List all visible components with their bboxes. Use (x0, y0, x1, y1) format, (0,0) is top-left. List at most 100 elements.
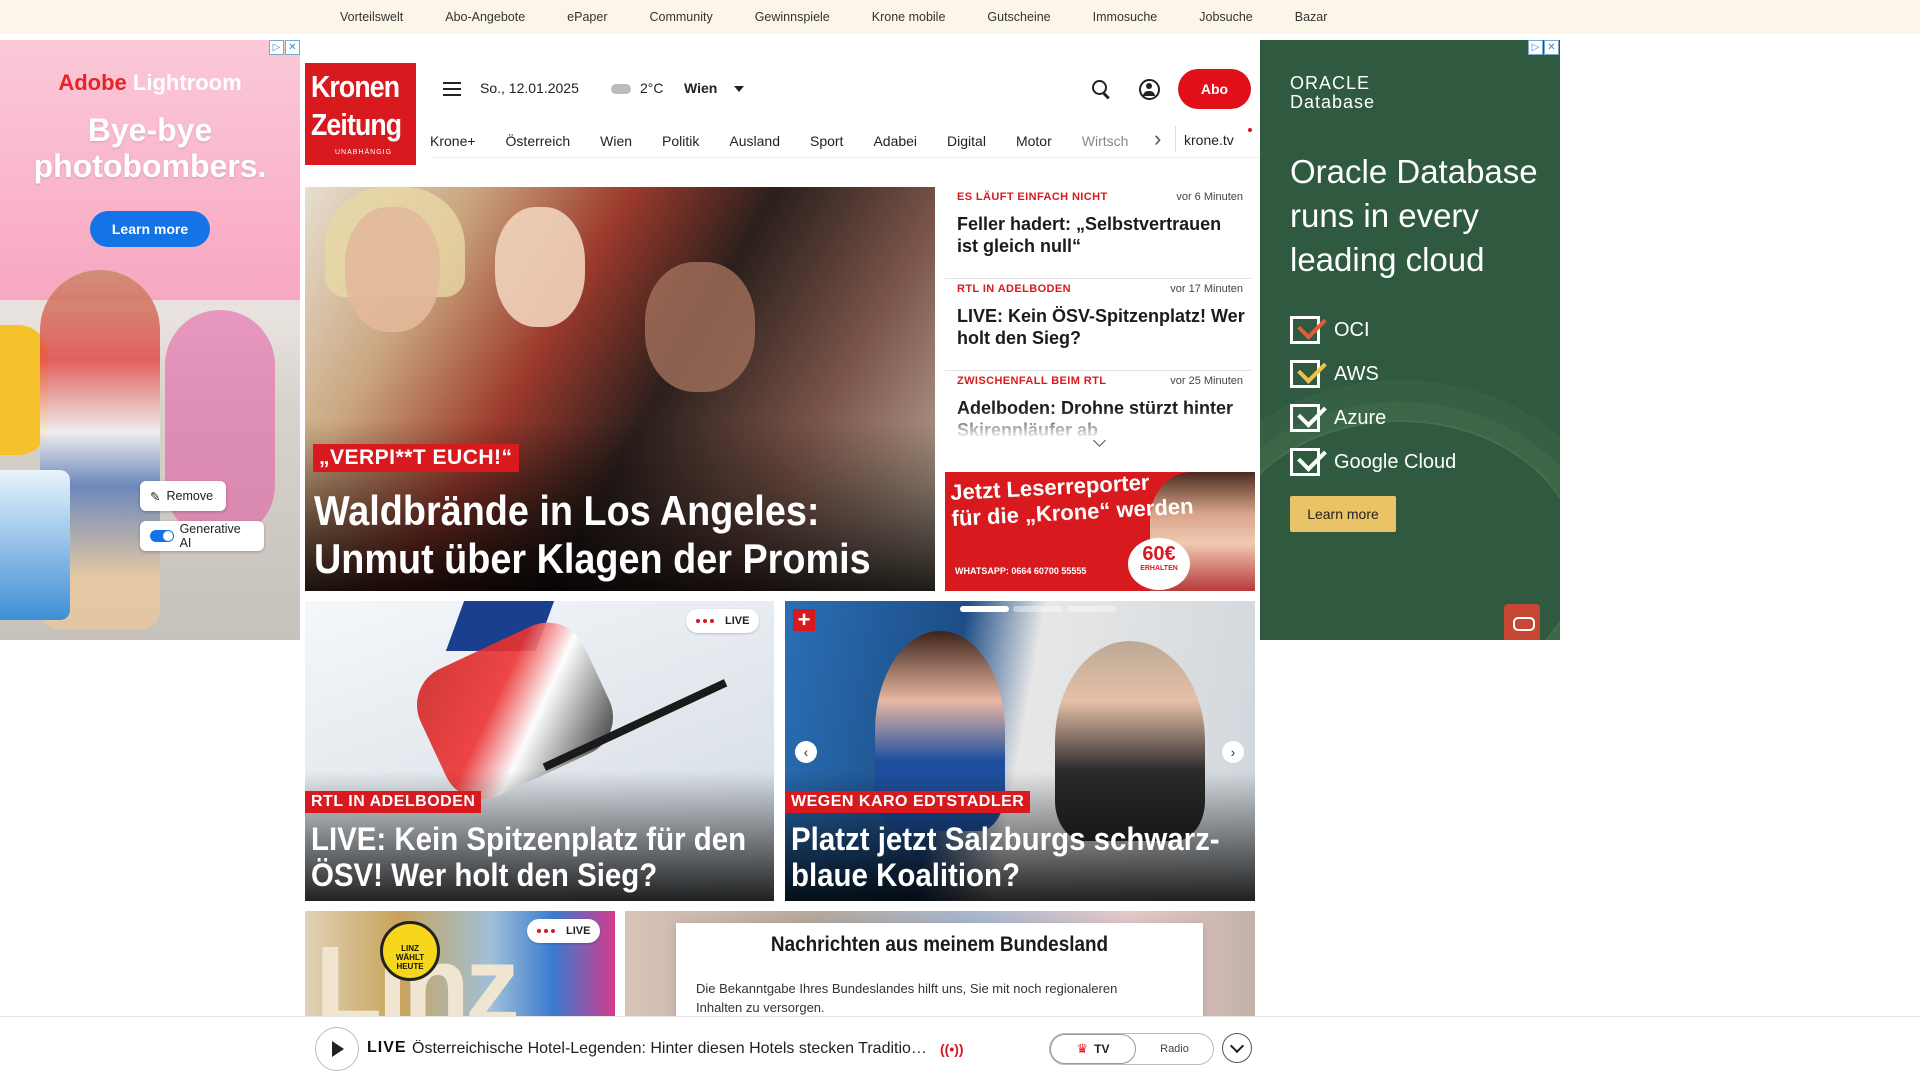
slider-progress-step (960, 606, 1010, 612)
article-card-ski[interactable]: LIVE RTL IN ADELBODEN LIVE: Kein Spitzen… (305, 601, 774, 901)
live-badge: LIVE (527, 919, 601, 943)
top-link-abo-angebote[interactable]: Abo-Angebote (424, 10, 546, 24)
article-card-politics[interactable]: + ‹ › WEGEN KARO EDTSTADLER Platzt jetzt… (785, 601, 1255, 901)
live-dot-icon (1248, 128, 1252, 132)
crown-icon: ♛ (1076, 1041, 1089, 1056)
nav-item-sport[interactable]: Sport (810, 133, 843, 149)
chevron-down-icon[interactable] (1222, 1033, 1252, 1063)
nav-item-ausland[interactable]: Ausland (729, 133, 780, 149)
top-link-bazar[interactable]: Bazar (1274, 10, 1349, 24)
temperature: 2°C (640, 80, 664, 96)
nav-divider (1175, 126, 1176, 152)
top-link-jobsuche[interactable]: Jobsuche (1178, 10, 1274, 24)
leserreporter-banner[interactable]: Jetzt Leserreporter für die „Krone“ werd… (945, 472, 1255, 591)
ad-cup-image (0, 470, 70, 620)
nav-item-krone-plus[interactable]: Krone+ (430, 133, 476, 149)
tv-radio-switch: ♛ TV Radio (1049, 1033, 1214, 1065)
news-item[interactable]: RTL IN ADELBODEN vor 17 Minuten LIVE: Ke… (945, 279, 1251, 371)
player-live-label: LIVE (367, 1039, 407, 1056)
ad-genai-label: Generative AI (179, 522, 241, 550)
city-selector[interactable]: Wien (684, 80, 717, 96)
player-description[interactable]: Österreichische Hotel-Legenden: Hinter d… (412, 1040, 932, 1058)
radio-toggle-button[interactable]: Radio (1136, 1034, 1213, 1064)
linz-badge-line2: WÄHLT (395, 953, 425, 962)
ad-oracle-list-item: Google Cloud (1290, 440, 1456, 484)
toggle-icon (150, 530, 174, 542)
nav-item-adabei[interactable]: Adabei (873, 133, 917, 149)
current-date: So., 12.01.2025 (480, 80, 579, 96)
hero-image-part (495, 207, 585, 327)
ad-close-icon[interactable]: ✕ (285, 40, 300, 55)
nav-item-digital[interactable]: Digital (947, 133, 986, 149)
linz-badge-line3: HEUTE (396, 962, 424, 971)
ad-oracle-title: Oracle Database runs in every leading cl… (1290, 153, 1538, 278)
banner-price-sub: ERHALTEN (1140, 565, 1178, 572)
adchoices-icon[interactable]: ▷ (1528, 40, 1543, 55)
chevron-down-icon[interactable] (734, 86, 744, 92)
ad-brand-adobe: Adobe (58, 70, 127, 95)
logo-line2: Zeitung (311, 107, 402, 142)
chevron-right-icon[interactable]: › (1154, 128, 1168, 150)
ad-brand-lightroom: Lightroom (126, 70, 242, 95)
ad-oracle-logo: ORACLE Database (1290, 74, 1375, 112)
news-ticker-list: ES LÄUFT EINFACH NICHT vor 6 Minuten Fel… (945, 187, 1251, 439)
news-time: vor 25 Minuten (1170, 375, 1243, 387)
checkbox-icon (1290, 316, 1320, 344)
user-account-icon[interactable] (1139, 79, 1160, 100)
bundesland-heading: Nachrichten aus meinem Bundesland (770, 933, 1109, 956)
nav-item-wirtschaft[interactable]: Wirtsch (1082, 133, 1129, 149)
card-title[interactable]: LIVE: Kein Spitzenplatz für den ÖSV! Wer… (311, 821, 774, 893)
top-link-epaper[interactable]: ePaper (546, 10, 628, 24)
ad-oracle-item-label: Google Cloud (1334, 450, 1457, 473)
top-link-krone-mobile[interactable]: Krone mobile (851, 10, 967, 24)
live-label: LIVE (725, 615, 750, 627)
menu-icon[interactable] (443, 82, 461, 96)
abo-button[interactable]: Abo (1178, 69, 1251, 109)
news-headline[interactable]: LIVE: Kein ÖSV-Spitzenplatz! Wer holt de… (957, 305, 1247, 349)
news-kicker: RTL IN ADELBODEN (957, 283, 1071, 295)
card-title[interactable]: Platzt jetzt Salzburgs schwarz-blaue Koa… (791, 821, 1255, 893)
banner-whatsapp: WHATSAPP: 0664 60700 55555 (955, 566, 1087, 576)
news-headline[interactable]: Feller hadert: „Selbstvertrauen ist glei… (957, 213, 1247, 257)
ad-oracle-list-item: Azure (1290, 396, 1456, 440)
hero-article[interactable]: „VERPI**T EUCH!“ Waldbrände in Los Angel… (305, 187, 935, 591)
play-icon[interactable] (315, 1027, 359, 1071)
news-headline[interactable]: Adelboden: Drohne stürzt hinter Skirennl… (957, 397, 1247, 439)
top-link-community[interactable]: Community (628, 10, 733, 24)
ad-close-icon[interactable]: ✕ (1544, 40, 1559, 55)
ad-lightroom[interactable]: Adobe Lightroom Bye-bye photobombers. Le… (0, 40, 300, 640)
top-service-links: Vorteilswelt Abo-Angebote ePaper Communi… (328, 0, 1348, 34)
slider-prev-icon[interactable]: ‹ (795, 741, 817, 763)
ad-learn-more-button[interactable]: Learn more (90, 211, 210, 247)
ad-oracle-learn-more-button[interactable]: Learn more (1290, 496, 1396, 532)
nav-item-oesterreich[interactable]: Österreich (506, 133, 571, 149)
krone-logo[interactable]: Kronen Zeitung UNABHÄNGIG (305, 63, 416, 165)
nav-item-motor[interactable]: Motor (1016, 133, 1052, 149)
ad-genai-pill[interactable]: Generative AI (140, 521, 264, 551)
logo-tagline: UNABHÄNGIG (335, 149, 393, 156)
ad-oracle[interactable]: ORACLE Database Oracle Database runs in … (1260, 40, 1560, 640)
card-kicker: WEGEN KARO EDTSTADLER (785, 791, 1031, 813)
nav-item-wien[interactable]: Wien (600, 133, 632, 149)
oracle-logo-icon (1504, 604, 1540, 640)
top-link-vorteilswelt[interactable]: Vorteilswelt (328, 10, 424, 24)
news-item[interactable]: ZWISCHENFALL BEIM RTL vor 25 Minuten Ade… (945, 371, 1251, 439)
top-link-gutscheine[interactable]: Gutscheine (966, 10, 1071, 24)
ad-headline-line1: Bye-bye (87, 112, 213, 148)
nav-item-politik[interactable]: Politik (662, 133, 699, 149)
slider-progress-step (1066, 606, 1116, 612)
tv-toggle-button[interactable]: ♛ TV (1050, 1034, 1136, 1064)
chevron-down-icon[interactable] (1092, 436, 1106, 450)
news-item[interactable]: ES LÄUFT EINFACH NICHT vor 6 Minuten Fel… (945, 187, 1251, 279)
top-link-gewinnspiele[interactable]: Gewinnspiele (734, 10, 851, 24)
adchoices-icon[interactable]: ▷ (269, 40, 284, 55)
ad-remove-pill[interactable]: ✎ Remove (140, 481, 226, 511)
ad-oracle-cloud-list: OCI AWS Azure Google Cloud (1290, 308, 1456, 484)
hero-title[interactable]: Waldbrände in Los Angeles: Unmut über Kl… (314, 487, 926, 583)
top-link-immosuche[interactable]: Immosuche (1072, 10, 1179, 24)
slider-next-icon[interactable]: › (1222, 741, 1244, 763)
nav-item-krone-tv[interactable]: krone.tv (1184, 132, 1234, 148)
broadcast-icon: ((•)) (940, 1041, 964, 1057)
search-icon[interactable] (1092, 80, 1110, 98)
slider-progress (960, 606, 1120, 612)
